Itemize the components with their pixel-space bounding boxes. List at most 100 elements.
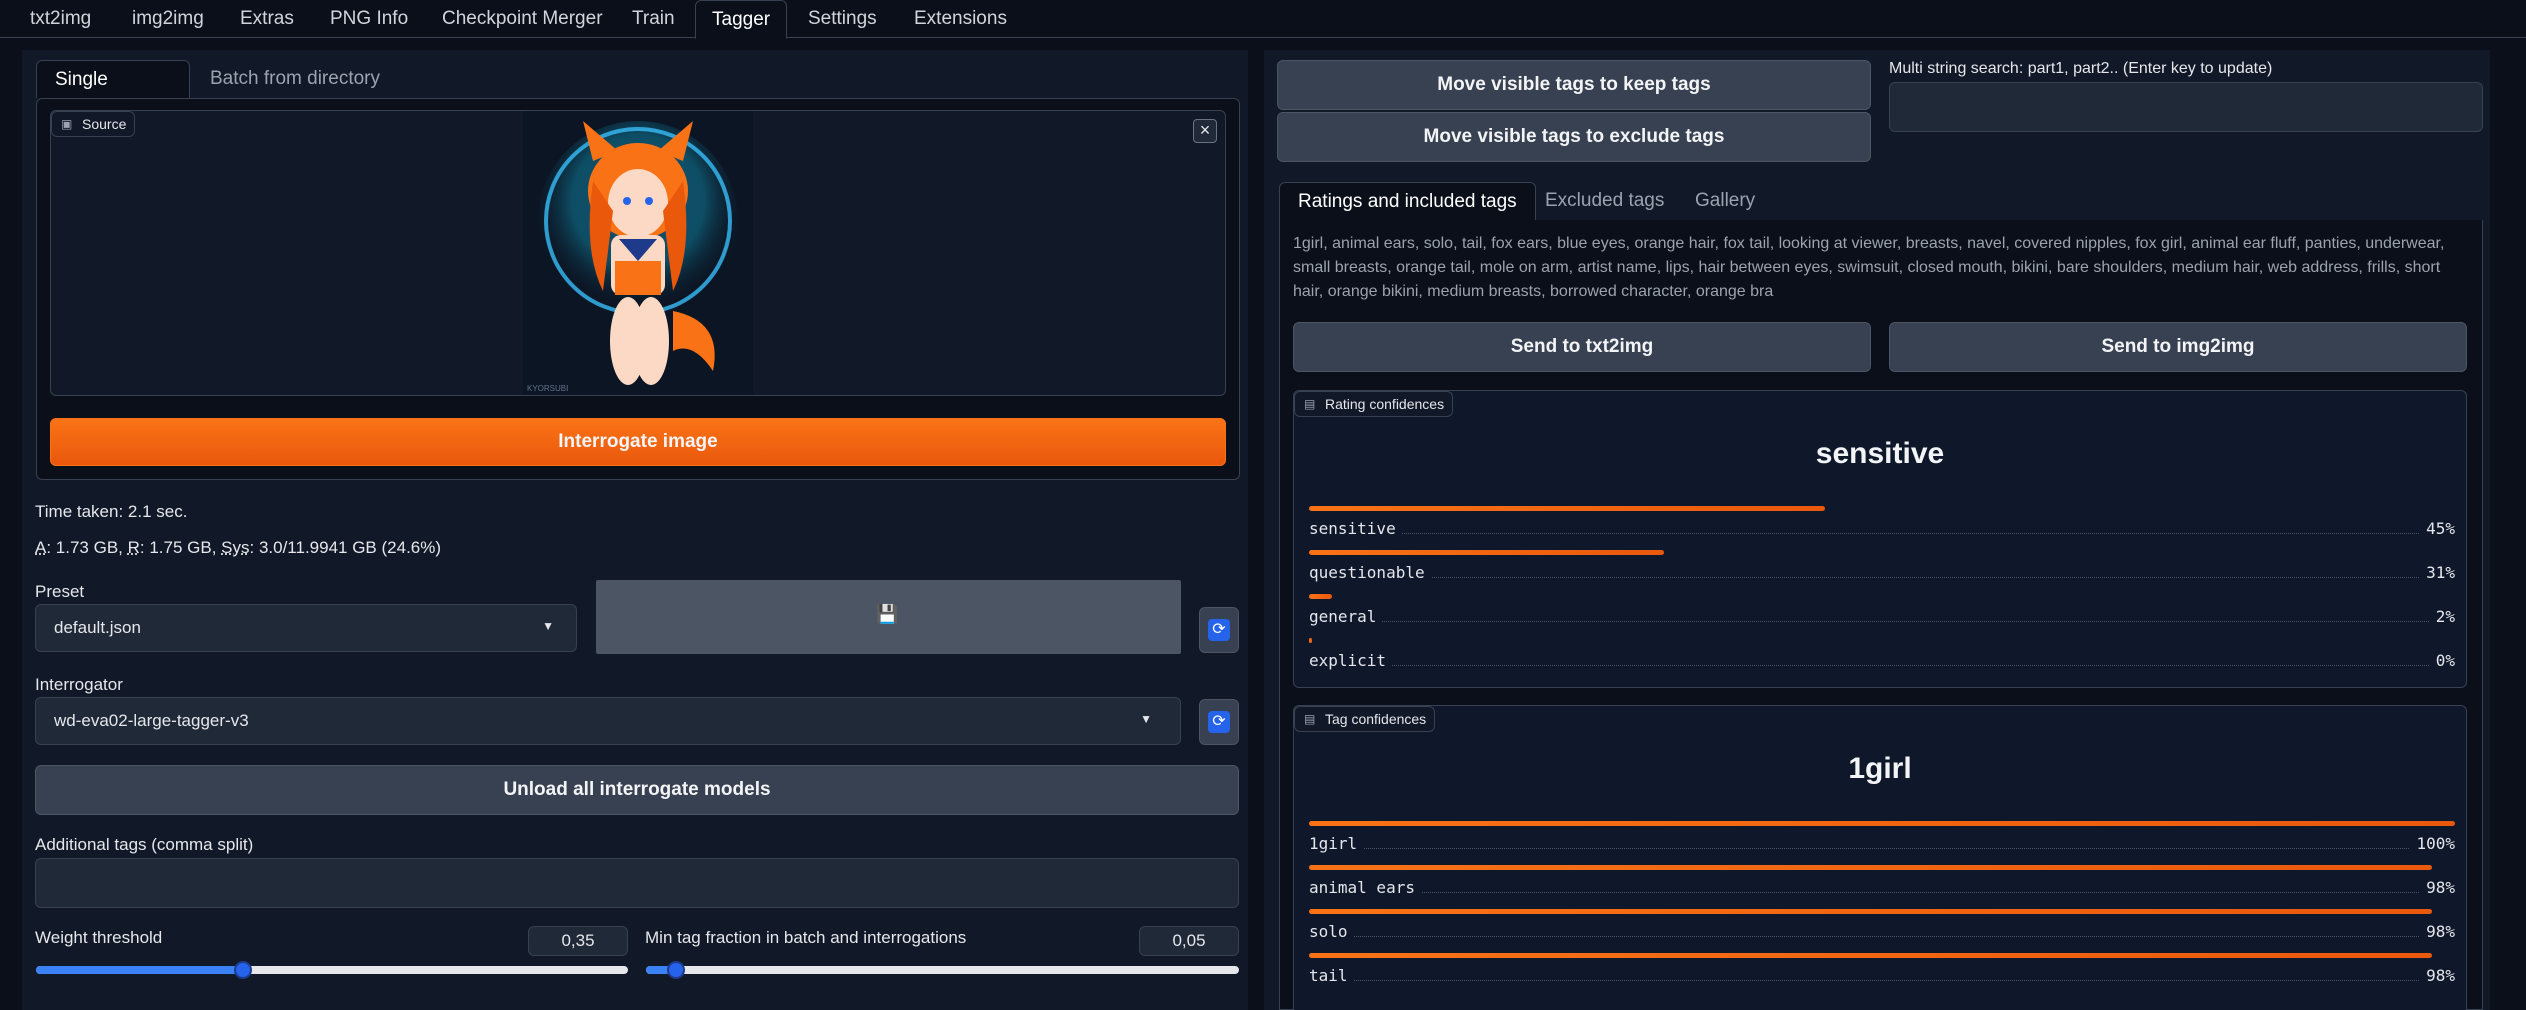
tab-single-process[interactable]: Single process [36,60,190,128]
image-watermark: KYORSUBI [527,384,569,393]
send-to-img2img-button[interactable]: Send to img2img [1889,322,2467,372]
tab-tagger[interactable]: Tagger [695,0,788,39]
tag-row: 1girl 100% [1309,821,2455,865]
tag-percent: 100% [2410,834,2455,853]
interrogator-dropdown[interactable]: wd-eva02-large-tagger-v3 ▼ [35,697,1181,745]
interrogate-image-button[interactable]: Interrogate image [50,418,1226,466]
rating-bar [1309,594,1332,599]
fox-girl-illustration [523,111,753,395]
rating-percent: 0% [2429,651,2455,670]
rating-bar [1309,550,1664,555]
tag-bar [1309,909,2432,914]
dotted-leader [1309,621,2455,622]
close-icon[interactable]: × [1193,119,1217,143]
source-badge: ▣ Source [51,111,136,137]
chart-icon: ▤ [1304,712,1316,726]
top-tag-label: 1girl [1848,752,1912,785]
dotted-leader [1309,665,2455,666]
tag-percent: 98% [2420,922,2455,941]
chevron-down-icon: ▼ [542,619,554,633]
time-taken: Time taken: 2.1 sec. [35,502,188,521]
multi-string-search-input[interactable] [1889,82,2483,132]
preset-label: Preset [35,582,85,601]
tab-excluded-tags[interactable]: Excluded tags [1527,182,1682,220]
tab-gallery[interactable]: Gallery [1677,182,1773,220]
tab-train[interactable]: Train [616,0,691,38]
additional-tags-input[interactable] [35,858,1239,908]
tab-extras[interactable]: Extras [224,0,310,38]
mem-r-key: R [127,538,140,557]
tag-bar [1309,821,2455,826]
tag-row: solo 98% [1309,909,2455,953]
rating-bar [1309,506,1825,511]
move-to-keep-tags-button[interactable]: Move visible tags to keep tags [1277,60,1871,110]
tab-checkpoint-merger[interactable]: Checkpoint Merger [426,0,619,38]
weight-threshold-number[interactable]: 0,35 [528,926,628,956]
min-tag-fraction-label: Min tag fraction in batch and interrogat… [645,928,967,947]
mem-sys-value: : 3.0/11.9941 GB (24.6%) [249,538,442,557]
rating-row: questionable 31% [1309,550,2455,594]
tag-name: solo [1309,922,1354,941]
mem-a-value: : 1.73 GB, [46,538,128,557]
tag-percent: 98% [2420,878,2455,897]
dotted-leader [1309,533,2455,534]
min-tag-fraction-thumb[interactable] [667,961,685,979]
rating-name: questionable [1309,563,1431,582]
tab-ratings-included-tags[interactable]: Ratings and included tags [1279,182,1536,220]
tag-confidences-badge: ▤ Tag confidences [1294,706,1436,732]
rating-name: sensitive [1309,519,1402,538]
tab-batch-from-directory[interactable]: Batch from directory [192,60,398,98]
dotted-leader [1309,936,2455,937]
rating-name: general [1309,607,1383,626]
tab-txt2img[interactable]: txt2img [14,0,107,38]
rating-percent: 45% [2420,519,2455,538]
tag-row: tail 98% [1309,953,2455,997]
tag-name: tail [1309,966,1354,985]
mem-a-key: A [35,538,47,557]
dotted-leader [1309,577,2455,578]
source-image: KYORSUBI [523,111,753,395]
min-tag-fraction-number[interactable]: 0,05 [1139,926,1239,956]
weight-threshold-label: Weight threshold [35,928,163,947]
preset-dropdown[interactable]: default.json ▼ [35,604,577,652]
image-source-box[interactable]: ▣ Source × KYORSUBI [50,110,1226,396]
preset-value: default.json [54,618,141,637]
source-label: Source [82,116,127,132]
tag-row: animal ears 98% [1309,865,2455,909]
rating-row: sensitive 45% [1309,506,2455,550]
unload-models-button[interactable]: Unload all interrogate models [35,765,1239,815]
dotted-leader [1309,980,2455,981]
send-to-txt2img-button[interactable]: Send to txt2img [1293,322,1871,372]
move-to-exclude-tags-button[interactable]: Move visible tags to exclude tags [1277,112,1871,162]
interrogator-value: wd-eva02-large-tagger-v3 [54,711,249,730]
tag-bar [1309,865,2432,870]
rating-confidences-badge: ▤ Rating confidences [1294,391,1454,417]
tab-img2img[interactable]: img2img [116,0,220,38]
weight-threshold-thumb[interactable] [234,961,252,979]
interrogator-label: Interrogator [35,675,123,694]
top-rating-label: sensitive [1815,437,1945,470]
dotted-leader [1309,892,2455,893]
save-icon: 💾 [876,604,899,624]
tab-png-info[interactable]: PNG Info [314,0,424,38]
additional-tags-label: Additional tags (comma split) [35,835,254,854]
chart-icon: ▤ [1304,397,1316,411]
rating-percent: 2% [2429,607,2455,626]
rating-row: explicit 0% [1309,638,2455,682]
save-preset-button[interactable]: 💾 [596,580,1181,654]
mem-r-value: : 1.75 GB, [139,538,222,557]
tab-extensions[interactable]: Extensions [898,0,1023,38]
tag-percent: 98% [2420,966,2455,985]
top-tab-bar: txt2img img2img Extras PNG Info Checkpoi… [0,0,2526,39]
rating-name: explicit [1309,651,1393,670]
weight-threshold-fill [36,966,243,974]
refresh-preset-button[interactable]: ⟳ [1199,607,1239,653]
dotted-leader [1309,848,2455,849]
refresh-interrogator-button[interactable]: ⟳ [1199,699,1239,745]
min-tag-fraction-track[interactable] [646,966,1239,974]
chevron-down-icon: ▼ [1140,712,1152,726]
rating-confidences-title: Rating confidences [1325,396,1445,412]
rating-bar [1309,638,1312,643]
tag-name: 1girl [1309,834,1364,853]
tab-settings[interactable]: Settings [792,0,893,38]
